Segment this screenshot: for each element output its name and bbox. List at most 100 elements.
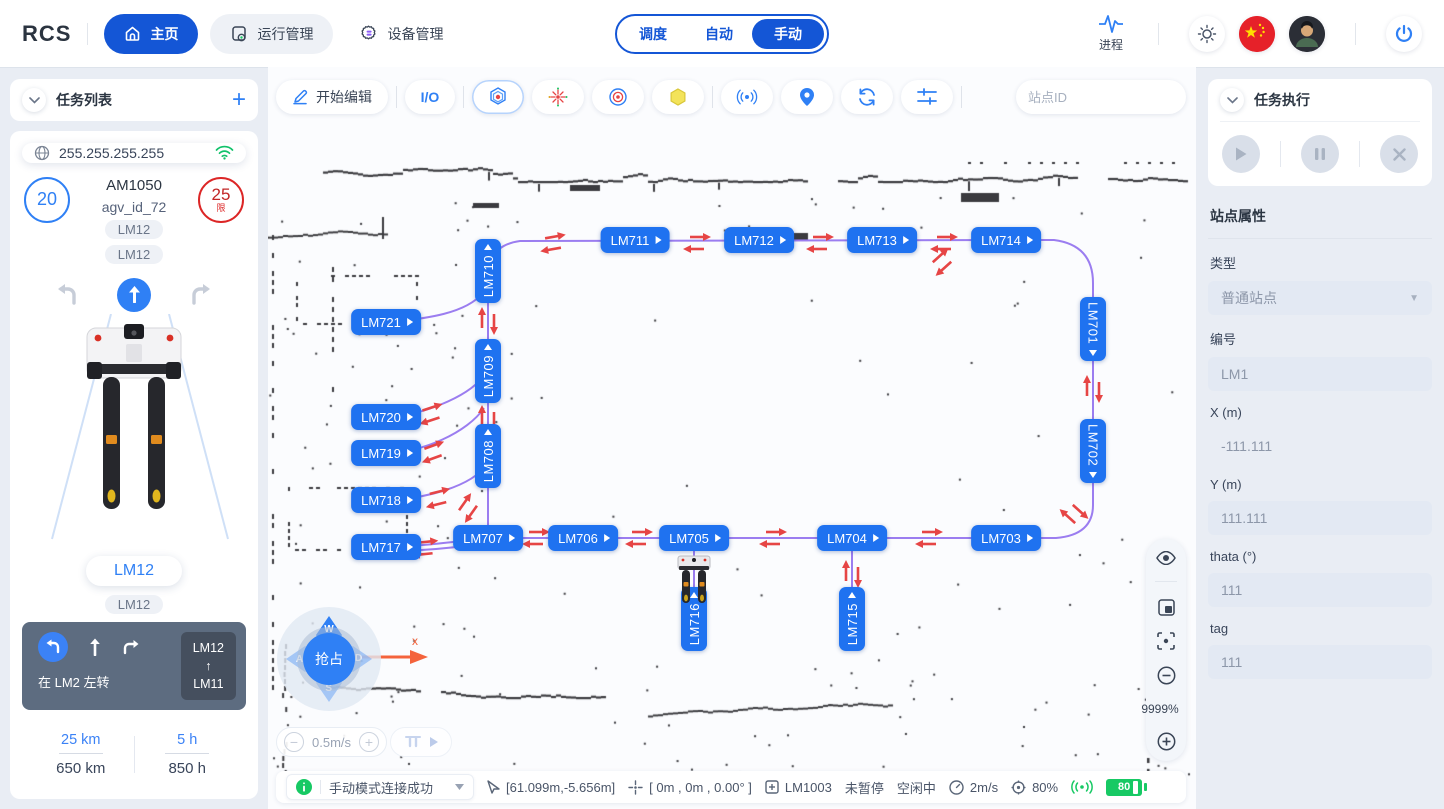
station-direction-icon	[484, 244, 492, 250]
map-station-LM706[interactable]: LM706	[548, 525, 618, 551]
mode-auto[interactable]: 自动	[686, 24, 752, 44]
agv-marker[interactable]	[676, 555, 712, 605]
turn-left-icon[interactable]	[53, 283, 79, 307]
relocate-button[interactable]	[721, 80, 773, 114]
add-task-button[interactable]: +	[232, 90, 246, 110]
station-direction-icon	[780, 236, 786, 244]
go-forward-button[interactable]	[117, 278, 151, 312]
station-props-title: 站点属性	[1210, 206, 1430, 226]
mode-manual[interactable]: 手动	[752, 19, 824, 49]
station-direction-icon	[715, 534, 721, 542]
map-station-LM702[interactable]: LM702	[1080, 419, 1106, 483]
vehicle-stats: 25 km 650 km 5 h 850 h	[22, 720, 246, 789]
nav-home[interactable]: 主页	[104, 14, 198, 54]
map-station-LM713[interactable]: LM713	[847, 227, 917, 253]
power-button[interactable]	[1386, 16, 1422, 52]
nav-device[interactable]: 设备管理	[339, 14, 463, 54]
map-station-LM705[interactable]: LM705	[659, 525, 729, 551]
avatar[interactable]	[1289, 16, 1325, 52]
avatar-image	[1289, 16, 1325, 52]
layer-area-button[interactable]	[652, 80, 704, 114]
bidirectional-route-arrows	[521, 528, 551, 549]
map-station-LM701[interactable]: LM701	[1080, 297, 1106, 361]
chevron-down-icon	[29, 97, 40, 104]
map-station-LM708[interactable]: LM708	[475, 424, 501, 488]
station-direction-icon	[848, 592, 856, 598]
cancel-task-button[interactable]	[1380, 135, 1418, 173]
speed-decrease-button[interactable]: −	[284, 732, 304, 752]
map-station-LM719[interactable]: LM719	[351, 440, 421, 466]
map-station-LM707[interactable]: LM707	[453, 525, 523, 551]
refresh-icon	[856, 86, 878, 108]
language-flag-button[interactable]	[1239, 16, 1275, 52]
map-station-LM718[interactable]: LM718	[351, 487, 421, 513]
field-value-1[interactable]: LM1	[1208, 357, 1432, 391]
minimap-button[interactable]	[1158, 599, 1175, 616]
zoom-in-button[interactable]	[1157, 732, 1176, 751]
bidirectional-route-arrows	[478, 306, 499, 336]
pause-task-button[interactable]	[1301, 135, 1339, 173]
arrow-up-icon	[127, 286, 142, 303]
map-station-LM703[interactable]: LM703	[971, 525, 1041, 551]
collapse-task-list-button[interactable]	[22, 88, 46, 112]
field-value-3[interactable]: 111.111	[1208, 501, 1432, 535]
map-station-LM704[interactable]: LM704	[817, 525, 887, 551]
divider	[87, 23, 88, 45]
turn-right-icon[interactable]	[122, 639, 140, 655]
process-button[interactable]: 进程	[1098, 14, 1124, 53]
battery-indicator: 80	[1106, 779, 1142, 796]
seize-button[interactable]: 抢占	[303, 633, 355, 685]
trip-hours: 5 h	[165, 732, 209, 754]
map-station-LM721[interactable]: LM721	[351, 309, 421, 335]
nav-to: LM11	[193, 675, 224, 693]
io-button[interactable]: I/O	[405, 80, 455, 114]
map-station-LM712[interactable]: LM712	[724, 227, 794, 253]
map-area[interactable]: W A S D 抢占 x − 0.5m	[268, 67, 1196, 809]
layer-target-button[interactable]	[592, 80, 644, 114]
theme-button[interactable]	[1189, 16, 1225, 52]
divider	[463, 86, 464, 108]
map-station-LM715[interactable]: LM715	[839, 587, 865, 651]
straight-icon[interactable]	[88, 638, 102, 656]
zoom-out-button[interactable]	[1157, 666, 1176, 685]
layer-pointcloud-button[interactable]	[532, 80, 584, 114]
pencil-icon	[292, 89, 308, 105]
speed-increase-button[interactable]: +	[359, 732, 379, 752]
collapse-exec-button[interactable]	[1220, 88, 1244, 112]
turn-right-icon[interactable]	[189, 283, 215, 307]
fork-icon	[404, 735, 422, 749]
agv-forklift-icon	[676, 555, 712, 605]
status-bar: 手动模式连接成功 [61.099m,-5.656m] [ 0m , 0m , 0…	[276, 771, 1186, 803]
turn-left-active-button[interactable]	[38, 632, 68, 662]
divider	[1280, 141, 1281, 167]
map-station-LM711[interactable]: LM711	[601, 227, 670, 253]
minimap-icon	[1158, 599, 1175, 616]
filter-settings-button[interactable]	[901, 80, 953, 114]
manual-joystick[interactable]: W A S D 抢占	[277, 607, 381, 711]
field-value-5[interactable]: 111	[1208, 645, 1432, 679]
current-station-pill[interactable]: LM12	[86, 556, 182, 586]
divider	[396, 86, 397, 108]
visibility-button[interactable]	[1156, 551, 1176, 565]
locate-button[interactable]	[781, 80, 833, 114]
map-station-LM710[interactable]: LM710	[475, 239, 501, 303]
center-focus-button[interactable]	[1157, 632, 1175, 650]
map-station-LM714[interactable]: LM714	[971, 227, 1041, 253]
mode-dispatch[interactable]: 调度	[620, 24, 686, 44]
play-task-button[interactable]	[1222, 135, 1260, 173]
refresh-button[interactable]	[841, 80, 893, 114]
layer-stations-button[interactable]	[472, 80, 524, 114]
station-search-input[interactable]	[1028, 90, 1196, 105]
map-station-LM717[interactable]: LM717	[351, 534, 421, 560]
nav-operation[interactable]: 运行管理	[210, 14, 333, 54]
forklift-image	[71, 320, 197, 546]
map-station-LM709[interactable]: LM709	[475, 339, 501, 403]
connection-status-dropdown[interactable]: 手动模式连接成功	[286, 774, 474, 800]
map-station-LM720[interactable]: LM720	[351, 404, 421, 430]
fork-action-button[interactable]	[390, 727, 452, 757]
field-value-4[interactable]: 111	[1208, 573, 1432, 607]
map-stage[interactable]: W A S D 抢占 x − 0.5m	[268, 67, 1196, 809]
start-edit-button[interactable]: 开始编辑	[276, 80, 388, 114]
field-value-0[interactable]: 普通站点▼	[1208, 281, 1432, 315]
vehicle-ip-row[interactable]: 255.255.255.255	[22, 143, 246, 163]
